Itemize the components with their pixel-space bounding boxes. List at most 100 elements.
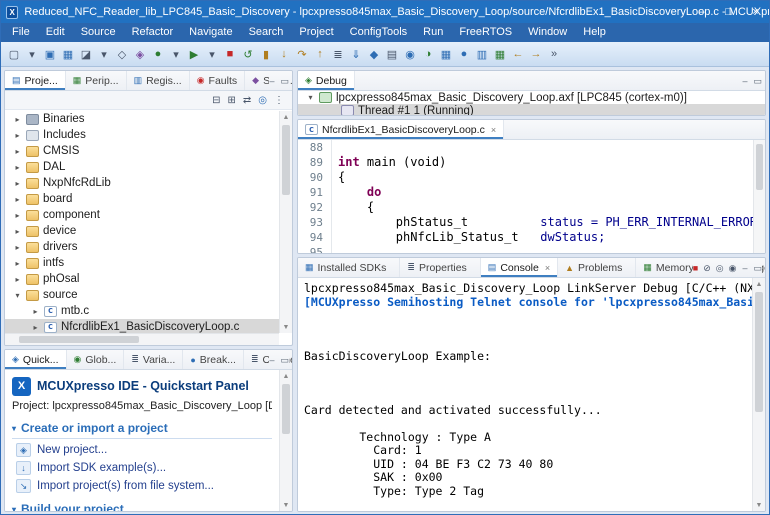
tree-item[interactable]: ▸ DAL <box>5 159 279 175</box>
expand-arrow-icon[interactable]: ▸ <box>13 259 22 268</box>
menu-item[interactable]: Source <box>73 23 124 42</box>
new-file-menu-icon[interactable]: ▾ <box>23 45 41 64</box>
console-area-tab[interactable]: ▦ Installed SDKs <box>298 258 401 277</box>
tree-item[interactable]: ▸ c NfcrdlibEx1_BasicDiscoveryLoop.c <box>5 319 279 333</box>
new-wizard-icon[interactable]: ◈ <box>131 45 149 64</box>
scroll-up-icon[interactable]: ▲ <box>280 111 292 123</box>
console-output[interactable]: lpcxpresso845max_Basic_Discovery_Loop Li… <box>298 278 752 511</box>
expand-arrow-icon[interactable]: ▾ <box>306 93 315 102</box>
restart-icon[interactable]: ↺ <box>239 45 257 64</box>
section-create-import[interactable]: ▾ Create or import a project <box>12 421 272 439</box>
tree-item[interactable]: ▸ drivers <box>5 239 279 255</box>
tree-item[interactable]: ▸ phOsal <box>5 271 279 287</box>
expand-arrow-icon[interactable]: ▸ <box>13 195 22 204</box>
quickstart-tab[interactable]: ≣ Varia... <box>124 350 184 369</box>
menu-item[interactable]: Run <box>415 23 451 42</box>
tree-item[interactable]: ▾ source <box>5 287 279 303</box>
terminal-icon[interactable]: ▤ <box>383 45 401 64</box>
section-build-project[interactable]: ▾ Build your project <box>12 502 272 511</box>
minimize-panel-icon[interactable]: – <box>742 263 747 273</box>
vertical-scrollbar[interactable]: ▲ ▼ <box>279 111 292 333</box>
focus-icon[interactable]: ◎ <box>258 95 267 106</box>
scroll-lock-icon[interactable]: ◎ <box>716 263 724 274</box>
menu-item[interactable]: Search <box>241 23 292 42</box>
new-file-icon[interactable]: ▢ <box>5 45 23 64</box>
quickstart-tab[interactable]: ◈ Quick... <box>5 350 67 369</box>
close-tab-icon[interactable]: × <box>491 125 496 135</box>
scroll-down-icon[interactable]: ▼ <box>280 499 292 511</box>
expand-arrow-icon[interactable]: ▸ <box>13 163 22 172</box>
tree-item[interactable]: ▸ component <box>5 207 279 223</box>
tree-item[interactable]: ▸ NxpNfcRdLib <box>5 175 279 191</box>
build-icon[interactable]: ◪ <box>77 45 95 64</box>
vertical-scrollbar[interactable] <box>753 140 765 253</box>
profile-icon[interactable]: ◑ <box>419 45 437 64</box>
console-area-tab[interactable]: ≣ Properties <box>400 258 481 277</box>
clear-console-icon[interactable]: ⊘ <box>703 263 711 274</box>
expand-arrow-icon[interactable]: ▸ <box>31 307 40 316</box>
toolbar-overflow-icon[interactable]: » <box>545 45 563 64</box>
debug-tree-item[interactable]: ▾ lpcxpresso845max_Basic_Discovery_Loop.… <box>298 91 765 104</box>
pin-console-icon[interactable]: ◉ <box>729 263 737 274</box>
tree-item[interactable]: ▸ c mtb.c <box>5 303 279 319</box>
expand-arrow-icon[interactable]: ▸ <box>13 179 22 188</box>
scroll-up-icon[interactable]: ▲ <box>753 278 765 290</box>
menu-item[interactable]: Edit <box>38 23 73 42</box>
maximize-panel-icon[interactable]: ▭ <box>753 263 762 274</box>
minimize-panel-icon[interactable]: – <box>269 355 274 365</box>
tree-item[interactable]: ▸ CMSIS <box>5 143 279 159</box>
maximize-panel-icon[interactable]: ▭ <box>753 76 762 87</box>
vertical-scrollbar[interactable]: ▲ ▼ <box>752 278 765 511</box>
run-menu-icon[interactable]: ▾ <box>203 45 221 64</box>
explorer-tab[interactable]: ▦ Perip... <box>66 71 127 90</box>
expand-arrow-icon[interactable]: ▸ <box>13 211 22 220</box>
expand-arrow-icon[interactable]: ▸ <box>13 227 22 236</box>
step-over-icon[interactable]: ↷ <box>293 45 311 64</box>
step-return-icon[interactable]: ↑ <box>311 45 329 64</box>
expand-arrow-icon[interactable]: ▸ <box>13 131 22 140</box>
flash-download-icon[interactable]: ⇓ <box>347 45 365 64</box>
menu-item[interactable]: Help <box>575 23 614 42</box>
build-menu-icon[interactable]: ▾ <box>95 45 113 64</box>
quickstart-tab[interactable]: ● Break... <box>183 350 244 369</box>
breakpoints-icon[interactable]: ● <box>455 45 473 64</box>
suspend-icon[interactable]: ▮ <box>257 45 275 64</box>
menu-item[interactable]: FreeRTOS <box>451 23 520 42</box>
registers-icon[interactable]: ▥ <box>473 45 491 64</box>
menu-item[interactable]: Refactor <box>124 23 182 42</box>
save-all-icon[interactable]: ▦ <box>59 45 77 64</box>
minimize-panel-icon[interactable]: – <box>269 76 274 86</box>
minimize-panel-icon[interactable]: – <box>742 76 747 86</box>
scrollbar-thumb[interactable] <box>282 125 290 195</box>
scrollbar-thumb[interactable] <box>755 292 763 412</box>
peripherals-icon[interactable]: ▦ <box>491 45 509 64</box>
explorer-tab[interactable]: ▥ Regis... <box>127 71 190 90</box>
run-icon[interactable]: ▶ <box>185 45 203 64</box>
import-sdk-link[interactable]: ↓ Import SDK example(s)... <box>12 461 272 475</box>
tree-item[interactable]: ▸ device <box>5 223 279 239</box>
scrollbar-thumb[interactable] <box>19 336 139 343</box>
maximize-panel-icon[interactable]: ▭ <box>280 76 289 87</box>
import-fs-link[interactable]: ↘ Import project(s) from file system... <box>12 479 272 493</box>
console-area-tab[interactable]: ▲ Problems <box>558 258 637 277</box>
gui-flash-tool-icon[interactable]: ◆ <box>365 45 383 64</box>
minimize-button[interactable]: – <box>688 1 715 23</box>
scroll-down-icon[interactable]: ▼ <box>753 499 765 511</box>
tree-item[interactable]: ▸ Binaries <box>5 111 279 127</box>
editor-tab[interactable]: c NfcrdlibEx1_BasicDiscoveryLoop.c × <box>298 120 505 139</box>
expand-arrow-icon[interactable]: ▸ <box>13 275 22 284</box>
console-area-tab[interactable]: ▤ Console × <box>480 258 559 277</box>
clean-icon[interactable]: ◇ <box>113 45 131 64</box>
expand-arrow-icon[interactable]: ▸ <box>13 147 22 156</box>
expand-arrow-icon[interactable]: ▸ <box>13 115 22 124</box>
close-tab-icon[interactable]: × <box>545 263 550 273</box>
maximize-button[interactable]: □ <box>715 1 742 23</box>
scrollbar-thumb[interactable] <box>282 384 290 434</box>
link-with-editor-icon[interactable]: ⇄ <box>243 95 251 106</box>
menu-item[interactable]: Project <box>291 23 341 42</box>
expand-all-icon[interactable]: ⊞ <box>227 95 235 106</box>
back-icon[interactable]: ← <box>509 45 527 64</box>
save-icon[interactable]: ▣ <box>41 45 59 64</box>
installed-sdks-icon[interactable]: ▦ <box>437 45 455 64</box>
terminate-icon[interactable]: ■ <box>221 45 239 64</box>
